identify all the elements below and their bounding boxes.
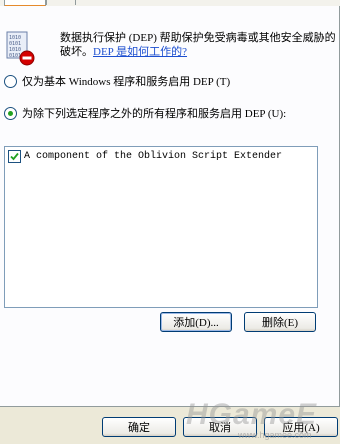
apply-button[interactable]: 应用(A) bbox=[264, 417, 338, 437]
dep-tab-page: 1010 0101 1010 0101 数据执行保护 (DEP) 帮助保护免受病… bbox=[0, 6, 340, 407]
radio-label: 为除下列选定程序之外的所有程序和服务启用 DEP (U): bbox=[22, 108, 287, 120]
remove-button[interactable]: 删除(E) bbox=[244, 312, 316, 332]
checkmark-icon bbox=[10, 152, 19, 161]
tab[interactable] bbox=[46, 0, 76, 5]
radio-button[interactable] bbox=[4, 74, 17, 88]
add-button[interactable]: 添加(D)... bbox=[160, 312, 232, 332]
radio-button-selected[interactable] bbox=[4, 106, 17, 120]
program-checkbox[interactable] bbox=[8, 150, 21, 163]
radio-label: 仅为基本 Windows 程序和服务启用 DEP (T) bbox=[22, 76, 231, 88]
dialog-button-bar: 确定 取消 应用(A) bbox=[0, 407, 340, 444]
dep-dialog: 1010 0101 1010 0101 数据执行保护 (DEP) 帮助保护免受病… bbox=[0, 0, 340, 444]
list-item[interactable]: A component of the Oblivion Script Exten… bbox=[8, 149, 282, 164]
dep-help-link[interactable]: DEP 是如何工作的? bbox=[93, 46, 187, 58]
icon-digits-4: 0101 bbox=[9, 53, 21, 59]
radio-essential-only[interactable]: 仅为基本 Windows 程序和服务启用 DEP (T) bbox=[4, 73, 230, 89]
ok-button[interactable]: 确定 bbox=[102, 417, 176, 437]
dep-description: 数据执行保护 (DEP) 帮助保护免受病毒或其他安全威胁的破坏。DEP 是如何工… bbox=[60, 31, 336, 59]
program-label: A component of the Oblivion Script Exten… bbox=[24, 151, 283, 162]
program-exception-list[interactable]: A component of the Oblivion Script Exten… bbox=[4, 146, 318, 308]
cancel-button[interactable]: 取消 bbox=[183, 417, 257, 437]
radio-all-except-selected[interactable]: 为除下列选定程序之外的所有程序和服务启用 DEP (U): bbox=[4, 105, 286, 121]
dep-shield-icon: 1010 0101 1010 0101 bbox=[6, 31, 35, 66]
